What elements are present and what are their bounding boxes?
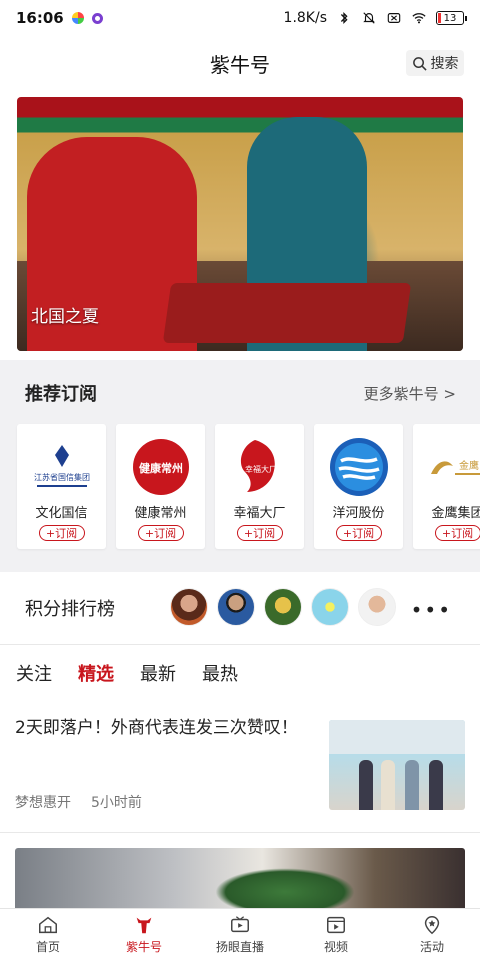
article-time: 5小时前	[91, 795, 142, 811]
nav-ziniu[interactable]: 紫牛号	[96, 909, 192, 960]
more-options-icon[interactable]: •••	[411, 598, 452, 622]
ranking-avatars	[170, 588, 396, 626]
sim-blocked-icon	[387, 13, 401, 23]
tab-follow[interactable]: 关注	[16, 660, 52, 686]
ranking-title: 积分排行榜	[25, 599, 115, 620]
nav-label: 活动	[419, 940, 444, 954]
svg-text:幸福大厂: 幸福大厂	[245, 464, 277, 474]
recommend-section: 推荐订阅 更多紫牛号 > 江苏省国信集团 文化国信 +订阅 健康常州 健康常州	[0, 360, 480, 572]
avatar[interactable]	[170, 588, 208, 626]
nav-live[interactable]: 扬眼直播	[192, 909, 288, 960]
subscribe-button[interactable]: +订阅	[335, 525, 382, 541]
banner-tray	[162, 283, 412, 343]
recommend-card-list: 江苏省国信集团 文化国信 +订阅 健康常州 健康常州 +订阅 幸福大厂 幸福大厂…	[17, 424, 480, 549]
divider	[0, 832, 480, 833]
feed-tabs: 关注 精选 最新 最热	[16, 660, 238, 686]
activity-icon	[424, 916, 440, 935]
recommend-card[interactable]: 幸福大厂 幸福大厂 +订阅	[215, 424, 304, 549]
card-name: 健康常州	[134, 506, 187, 521]
recommend-card[interactable]: 金鹰 金鹰集团 +订阅	[413, 424, 480, 549]
subscribe-button[interactable]: +订阅	[137, 525, 184, 541]
avatar[interactable]	[358, 588, 396, 626]
avatar[interactable]	[264, 588, 302, 626]
nav-home[interactable]: 首页	[0, 909, 96, 960]
page-title: 紫牛号	[210, 52, 270, 77]
page-header: 紫牛号 搜索	[0, 38, 480, 88]
app-notification-icon-2	[91, 12, 103, 24]
tab-featured[interactable]: 精选	[78, 660, 114, 686]
video-icon	[327, 916, 345, 934]
status-bar: 16:06 1.8K/s 13	[0, 0, 480, 36]
avatar[interactable]	[217, 588, 255, 626]
search-icon	[412, 56, 427, 71]
search-button[interactable]: 搜索	[406, 50, 464, 76]
points-ranking[interactable]: 积分排行榜 •••	[0, 584, 480, 632]
xingfu-dachang-logo: 幸福大厂	[229, 436, 291, 498]
status-time: 16:06	[16, 9, 64, 27]
nav-label: 扬眼直播	[215, 940, 264, 954]
bottom-nav: 首页 紫牛号 扬眼直播 视频 活动	[0, 908, 480, 960]
bluetooth-icon	[340, 12, 348, 24]
search-label: 搜索	[430, 56, 459, 72]
battery-level: 13	[443, 12, 457, 24]
subscribe-button[interactable]: +订阅	[38, 525, 85, 541]
article-thumbnail	[329, 720, 465, 810]
hero-banner[interactable]: 北国之夏	[17, 97, 463, 351]
card-name: 幸福大厂	[233, 506, 286, 521]
article-author: 梦想惠开	[15, 795, 71, 811]
battery-icon: 13	[436, 11, 467, 25]
live-icon	[231, 916, 249, 933]
wifi-icon	[412, 13, 426, 24]
tab-latest[interactable]: 最新	[140, 660, 176, 686]
nav-label: 紫牛号	[125, 940, 162, 954]
card-name: 金鹰集团	[431, 506, 480, 521]
recommend-title: 推荐订阅	[25, 384, 97, 405]
ziniu-icon	[136, 917, 152, 934]
svg-text:金鹰: 金鹰	[459, 459, 479, 472]
avatar[interactable]	[311, 588, 349, 626]
subscribe-button[interactable]: +订阅	[434, 525, 480, 541]
nav-label: 首页	[35, 940, 60, 954]
recommend-card[interactable]: 健康常州 健康常州 +订阅	[116, 424, 205, 549]
jiangsu-guoxin-logo: 江苏省国信集团	[31, 436, 93, 498]
mute-bell-icon	[363, 12, 375, 24]
recommend-card[interactable]: 洋河股份 +订阅	[314, 424, 403, 549]
golden-eagle-logo: 金鹰	[427, 436, 480, 498]
app-notification-icon	[71, 12, 84, 24]
article-title: 2天即落户！外商代表连发三次赞叹！	[15, 718, 298, 738]
card-name: 洋河股份	[332, 506, 385, 521]
home-icon	[39, 916, 57, 934]
svg-text:健康常州: 健康常州	[139, 461, 183, 475]
banner-caption: 北国之夏	[31, 307, 99, 327]
tab-hottest[interactable]: 最热	[202, 660, 238, 686]
more-ziniu-link[interactable]: 更多紫牛号 >	[364, 383, 456, 404]
feed-image-card[interactable]	[15, 848, 465, 908]
nav-label: 视频	[323, 940, 348, 954]
divider	[0, 644, 480, 645]
recommend-card[interactable]: 江苏省国信集团 文化国信 +订阅	[17, 424, 106, 549]
card-name: 文化国信	[35, 506, 88, 521]
jiankang-changzhou-logo: 健康常州	[130, 436, 192, 498]
nav-activity[interactable]: 活动	[384, 909, 480, 960]
svg-text:江苏省国信集团: 江苏省国信集团	[34, 472, 90, 482]
nav-video[interactable]: 视频	[288, 909, 384, 960]
network-speed: 1.8K/s	[283, 10, 327, 26]
yanghe-logo	[328, 436, 390, 498]
subscribe-button[interactable]: +订阅	[236, 525, 283, 541]
